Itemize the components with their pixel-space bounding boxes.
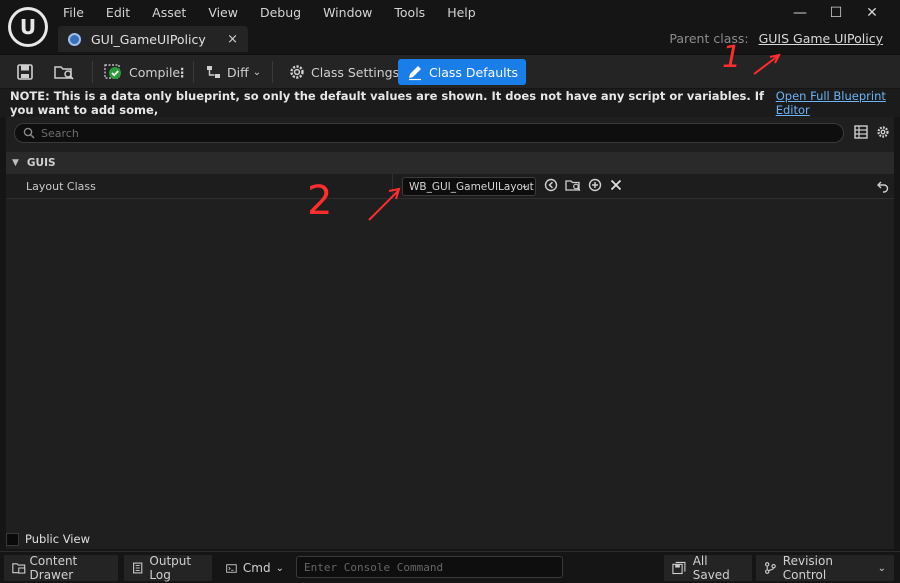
note-text: NOTE: This is a data only blueprint, so … [10, 89, 765, 117]
menu-window[interactable]: Window [312, 4, 383, 22]
class-settings-button[interactable]: Class Settings [288, 59, 399, 85]
revision-control-icon [765, 562, 776, 574]
save-button[interactable] [16, 59, 34, 85]
cmd-button[interactable]: Cmd ⌄ [218, 555, 292, 581]
terminal-icon [226, 563, 237, 573]
annotation-number-two: 2 [307, 178, 333, 224]
toolbar-divider [272, 61, 273, 83]
reset-to-default-icon[interactable] [876, 179, 890, 193]
parent-class: Parent class: GUIS Game UIPolicy [669, 31, 883, 46]
use-selected-icon[interactable] [544, 178, 558, 192]
tab-label: GUI_GameUIPolicy [91, 31, 206, 47]
class-defaults-label: Class Defaults [429, 64, 519, 80]
unreal-logo-icon[interactable]: U [8, 7, 48, 47]
blueprint-asset-icon [68, 32, 81, 46]
toolbar-divider [193, 61, 194, 83]
menu-asset[interactable]: Asset [141, 4, 197, 22]
diff-icon [207, 66, 220, 78]
settings-gear-icon[interactable] [876, 125, 890, 139]
property-name: Layout Class [26, 180, 96, 193]
class-settings-label: Class Settings [311, 64, 400, 80]
public-view-label: Public View [25, 532, 90, 546]
add-icon[interactable] [588, 178, 602, 192]
menu-view[interactable]: View [197, 4, 249, 22]
menu-bar: File Edit Asset View Debug Window Tools … [52, 4, 487, 22]
content-drawer-button[interactable]: Content Drawer [4, 554, 118, 582]
window-controls: — ☐ ✕ [782, 4, 890, 22]
table-view-icon[interactable] [854, 125, 868, 139]
tab-gui-game-ui-policy[interactable]: GUI_GameUIPolicy × [58, 26, 248, 52]
edit-defaults-icon [409, 66, 421, 81]
caret-down-icon: ▼ [12, 158, 19, 168]
layout-class-combo[interactable]: WB_GUI_GameUILayout ⌄ [402, 177, 536, 196]
compile-label: Compile [129, 64, 181, 80]
toolbar-divider [92, 61, 93, 83]
compile-button[interactable]: Compile [104, 59, 180, 85]
compile-options-icon[interactable]: ⋮ [176, 59, 189, 85]
panel-options [854, 125, 890, 139]
diff-label: Diff [227, 64, 249, 80]
cmd-label: Cmd [242, 561, 271, 575]
all-saved-button[interactable]: All Saved [664, 554, 752, 582]
browse-folder-icon[interactable] [565, 178, 581, 192]
clear-icon[interactable] [609, 178, 623, 192]
revision-control-label: Revision Control [782, 554, 833, 582]
title-bar: U File Edit Asset View Debug Window Tool… [0, 0, 900, 54]
menu-tools[interactable]: Tools [383, 4, 436, 22]
tab-close-icon[interactable]: × [227, 32, 238, 47]
menu-file[interactable]: File [52, 4, 95, 22]
search-icon [23, 127, 35, 139]
folder-search-icon [54, 66, 74, 80]
chevron-down-icon: ⌄ [877, 562, 886, 574]
output-log-button[interactable]: Output Log [124, 554, 212, 582]
output-log-label: Output Log [149, 554, 192, 582]
save-all-icon [672, 561, 686, 575]
property-row-layout-class: Layout Class WB_GUI_GameUILayout ⌄ [6, 174, 894, 199]
property-actions [544, 178, 623, 192]
category-label: GUIS [26, 157, 56, 169]
chevron-down-icon: ⌄ [252, 66, 262, 78]
parent-class-link[interactable]: GUIS Game UIPolicy [759, 31, 883, 46]
menu-help[interactable]: Help [436, 4, 487, 22]
data-only-note: NOTE: This is a data only blueprint, so … [0, 89, 900, 117]
annotation-arrow-two [368, 187, 401, 221]
public-view-checkbox[interactable] [6, 532, 19, 546]
class-defaults-button[interactable]: Class Defaults [398, 59, 527, 85]
annotation-arrow-one [753, 53, 781, 75]
category-guis[interactable]: ▼ GUIS [6, 152, 894, 174]
status-bar: Content Drawer Output Log Cmd ⌄ All Save… [0, 551, 900, 583]
console-command-input[interactable] [297, 557, 562, 577]
gear-icon [290, 65, 304, 79]
content-drawer-label: Content Drawer [29, 554, 78, 582]
revision-control-button[interactable]: Revision Control ⌄ [756, 554, 894, 582]
browse-asset-button[interactable] [53, 59, 75, 85]
save-icon [17, 64, 33, 80]
menu-debug[interactable]: Debug [249, 4, 312, 22]
search-input[interactable] [41, 126, 801, 140]
open-full-blueprint-editor-link[interactable]: Open Full Blueprint Editor [776, 89, 900, 117]
all-saved-label: All Saved [692, 554, 730, 582]
chevron-down-icon: ⌄ [520, 180, 529, 191]
annotation-number-one: 1 [722, 40, 742, 75]
details-panel: ▼ GUIS Layout Class WB_GUI_GameUILayout … [6, 117, 894, 549]
content-drawer-icon [12, 563, 26, 574]
diff-button[interactable]: Diff ⌄ [205, 59, 261, 85]
maximize-button[interactable]: ☐ [818, 4, 854, 22]
search-box[interactable] [14, 123, 844, 143]
compile-check-icon [104, 64, 121, 79]
layout-class-value: WB_GUI_GameUILayout [409, 180, 534, 193]
console-input-box[interactable] [296, 556, 563, 578]
chevron-down-icon: ⌄ [275, 562, 284, 574]
close-window-button[interactable]: ✕ [854, 4, 890, 22]
output-log-icon [133, 562, 143, 574]
menu-edit[interactable]: Edit [95, 4, 141, 22]
minimize-button[interactable]: — [782, 4, 818, 22]
public-view-toggle[interactable]: Public View [6, 532, 90, 546]
